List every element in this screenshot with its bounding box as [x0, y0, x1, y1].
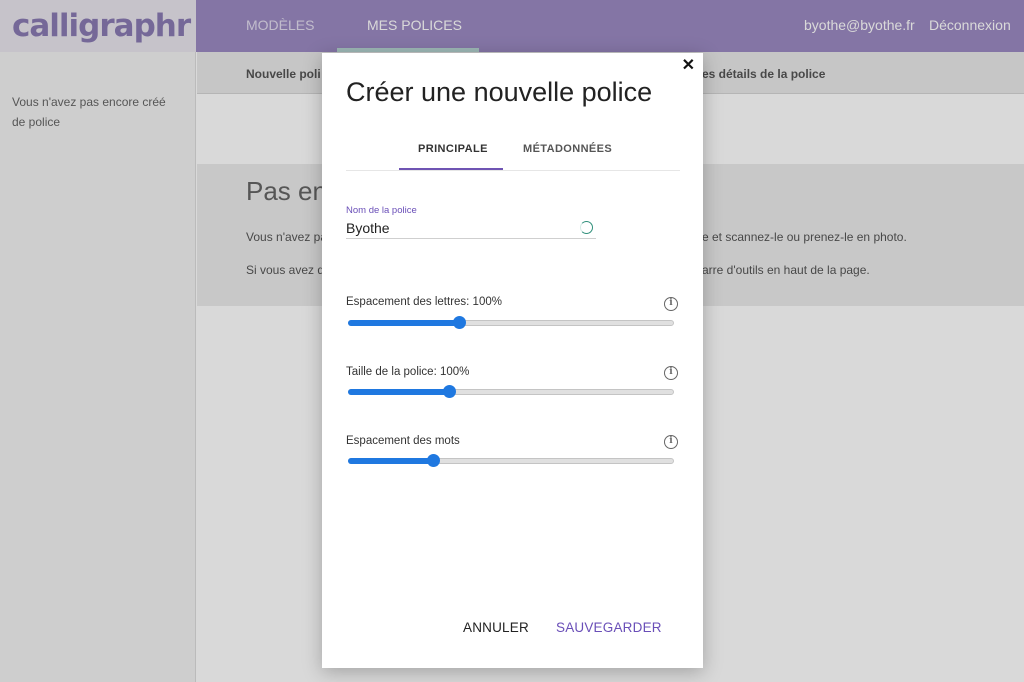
slider-fill	[348, 458, 433, 464]
info-icon[interactable]: i	[664, 297, 678, 311]
slider-fill	[348, 389, 449, 395]
tab-metadonnees[interactable]: MÉTADONNÉES	[523, 143, 612, 155]
word-spacing-slider[interactable]	[348, 454, 674, 467]
font-size-slider[interactable]	[348, 385, 674, 398]
slider-thumb[interactable]	[453, 316, 467, 329]
close-icon[interactable]: ✕	[682, 57, 695, 75]
slider-fill	[348, 320, 459, 326]
loading-spinner-icon	[580, 221, 593, 234]
letter-spacing-label: Espacement des lettres: 100%	[346, 296, 502, 308]
active-tab-indicator	[399, 168, 503, 170]
cancel-button[interactable]: ANNULER	[463, 620, 529, 635]
info-icon[interactable]: i	[664, 435, 678, 449]
dialog-title: Créer une nouvelle police	[346, 77, 653, 107]
slider-thumb[interactable]	[427, 454, 441, 467]
dialog-tabs: PRINCIPALE MÉTADONNÉES	[346, 135, 680, 171]
info-icon[interactable]: i	[664, 366, 678, 380]
slider-thumb[interactable]	[443, 385, 457, 398]
save-button[interactable]: SAUVEGARDER	[556, 620, 662, 635]
letter-spacing-slider[interactable]	[348, 316, 674, 329]
font-name-label: Nom de la police	[346, 205, 417, 216]
font-name-input[interactable]	[346, 217, 596, 239]
word-spacing-label: Espacement des mots	[346, 435, 460, 447]
tab-principale[interactable]: PRINCIPALE	[418, 143, 488, 155]
create-font-dialog: ✕ Créer une nouvelle police PRINCIPALE M…	[322, 53, 703, 668]
font-size-label: Taille de la police: 100%	[346, 366, 470, 378]
